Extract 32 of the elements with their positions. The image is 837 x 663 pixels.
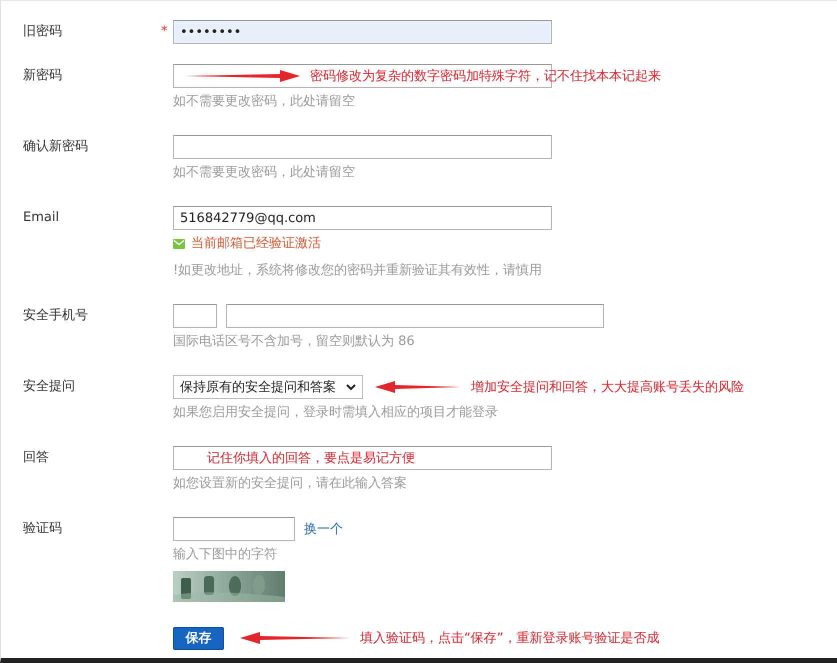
annotation-text: 增加安全提问和回答，大大提高账号丢失的风险: [471, 379, 744, 396]
chevron-down-icon: [346, 384, 356, 390]
hint-text: !如更改地址，系统将修改您的密码并重新验证其有效性，请慎用: [173, 262, 542, 280]
field-label: 回答: [22, 449, 49, 467]
refresh-captcha-link[interactable]: 换一个: [304, 520, 343, 538]
captcha-field[interactable]: [173, 517, 295, 541]
phone-number-field[interactable]: [226, 304, 604, 328]
annotation-text: 密码修改为复杂的数字密码加特殊字符，记不住找本本记起来: [310, 68, 661, 85]
field-label: Email: [22, 209, 60, 227]
field-label: 确认新密码: [22, 138, 88, 156]
field-label: 验证码: [22, 520, 62, 538]
hint-text: 如您设置新的安全提问，请在此输入答案: [173, 475, 407, 493]
field-label: 安全提问: [22, 378, 75, 396]
text-field[interactable]: 516842779@qq.com: [173, 206, 552, 230]
field-label: 安全手机号: [22, 307, 88, 325]
status-text: 当前邮箱已经验证激活: [191, 235, 321, 253]
country-code-field[interactable]: [173, 304, 217, 328]
password-field[interactable]: ••••••••: [173, 20, 552, 44]
hint-text: 如不需要更改密码，此处请留空: [173, 164, 355, 182]
hint-text: 国际电话区号不含加号，留空则默认为 86: [173, 333, 415, 351]
annotation-text: 填入验证码，点击“保存”，重新登录账号验证是否成: [360, 630, 660, 647]
hint-text: 如果您启用安全提问，登录时需填入相应的项目才能登录: [173, 404, 498, 422]
hint-text: 如不需要更改密码，此处请留空: [173, 93, 355, 111]
password-field[interactable]: [173, 135, 552, 159]
save-button[interactable]: 保存: [173, 626, 224, 650]
question-select[interactable]: 保持原有的安全提问和答案: [173, 375, 363, 399]
text-field[interactable]: [173, 446, 552, 470]
hint-text: 输入下图中的字符: [173, 546, 277, 564]
required-mark: *: [161, 23, 168, 41]
field-label: 新密码: [22, 67, 62, 85]
annotation-text: 记住你填入的回答，要点是易记方便: [207, 450, 415, 467]
mail-icon: [173, 239, 185, 249]
